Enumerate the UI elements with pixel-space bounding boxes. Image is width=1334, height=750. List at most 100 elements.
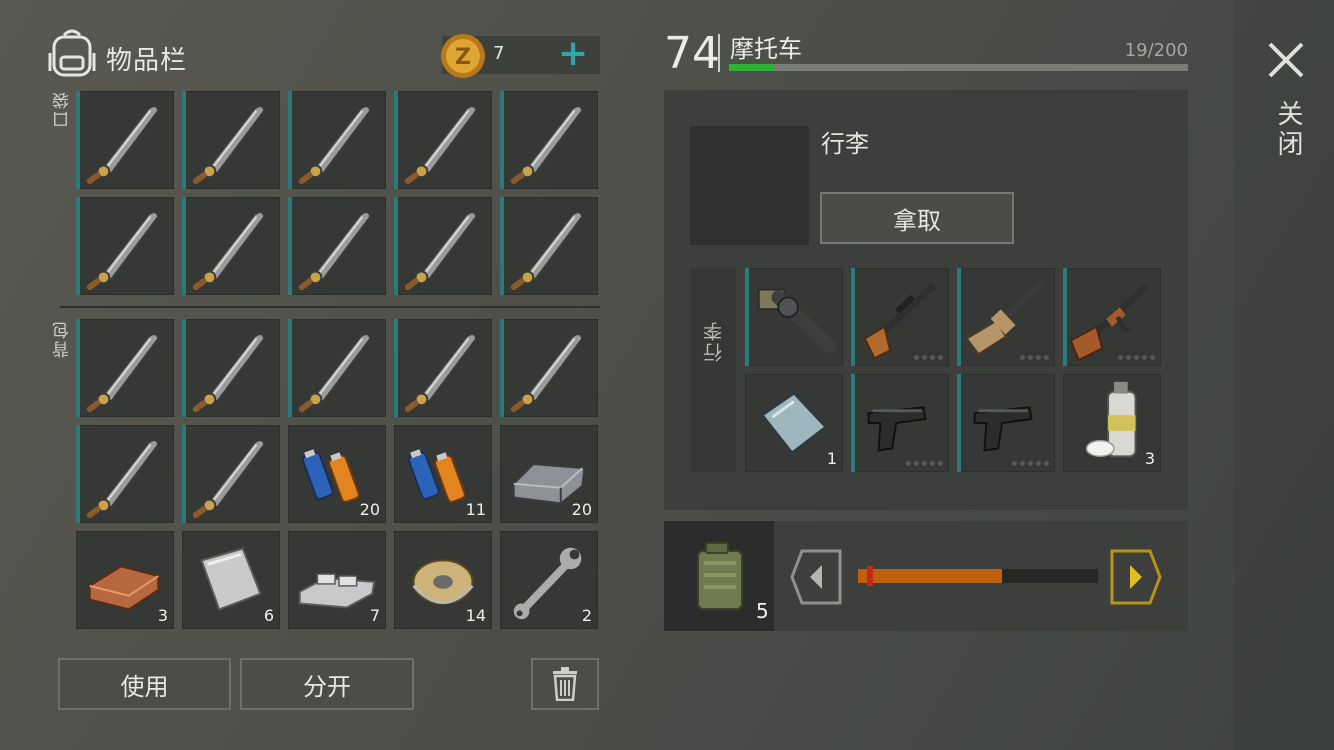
ak-rifle-icon (1069, 283, 1150, 362)
fuel-increase-button[interactable] (1110, 549, 1162, 605)
panel-title: 行李 (821, 130, 869, 158)
arrow-left-icon (810, 565, 822, 589)
cargo-slot[interactable] (851, 374, 949, 472)
fuel-decrease-button[interactable] (790, 549, 842, 605)
backpack-slot[interactable]: 20 (500, 425, 598, 523)
close-icon[interactable] (1262, 36, 1310, 84)
pocket-slot[interactable] (394, 197, 492, 295)
backpack-slot[interactable] (76, 425, 174, 523)
pocket-slot[interactable] (288, 197, 386, 295)
backpack-slot[interactable]: 3 (76, 531, 174, 629)
cargo-slot[interactable] (851, 268, 949, 366)
cargo-label-box (690, 268, 736, 472)
svg-text:Z: Z (455, 45, 471, 70)
pocket-slot[interactable] (76, 91, 174, 189)
add-coins-button[interactable]: + (558, 36, 588, 72)
pocket-label: 口袋 (53, 90, 73, 128)
backpack-slot[interactable] (288, 319, 386, 417)
machete-icon (192, 333, 266, 413)
scoped-rifle-icon (863, 283, 936, 360)
pocket-slot[interactable] (182, 91, 280, 189)
item-qty: 20 (571, 500, 592, 519)
fuel-qty: 5 (756, 599, 769, 623)
section-divider (60, 306, 600, 308)
backpack-slot[interactable]: 2 (500, 531, 598, 629)
cargo-slot[interactable] (957, 374, 1055, 472)
machete-icon (86, 105, 160, 185)
machete-icon (404, 333, 478, 413)
backpack-slot[interactable] (76, 319, 174, 417)
pocket-slot[interactable] (76, 197, 174, 295)
durability-dots (1118, 355, 1155, 360)
inventory-title: 物品栏 (106, 46, 188, 76)
cargo-slot[interactable] (745, 268, 843, 366)
backpack-slot[interactable] (394, 319, 492, 417)
capacity-readout: 19/200 (1124, 40, 1188, 61)
item-qty: 1 (826, 449, 837, 468)
close-label[interactable]: 关闭 (1270, 100, 1307, 160)
machete-icon (192, 105, 266, 185)
coin-count: 7 (493, 43, 505, 64)
fuel-slider-fill (858, 569, 1002, 583)
durability-dots (1020, 355, 1049, 360)
backpack-icon (48, 29, 96, 77)
machete-icon (192, 211, 266, 291)
pistol-icon (973, 406, 1033, 452)
vehicle-name: 摩托车 (730, 35, 802, 63)
pocket-slot[interactable] (394, 91, 492, 189)
pocket-slot[interactable] (500, 91, 598, 189)
machete-icon (404, 105, 478, 185)
item-qty: 3 (1144, 449, 1155, 468)
machete-icon (510, 105, 584, 185)
machete-icon (298, 333, 372, 413)
item-qty: 14 (465, 606, 486, 625)
capacity-bar (729, 64, 1188, 71)
backpack-label: 背包 (53, 320, 73, 358)
cargo-slot[interactable] (957, 268, 1055, 366)
durability-dots (906, 461, 943, 466)
cargo-label: 行李 (703, 320, 725, 362)
pocket-slot[interactable] (288, 91, 386, 189)
cargo-slot[interactable]: 1 (745, 374, 843, 472)
pocket-slot[interactable] (182, 197, 280, 295)
coin-icon: Z (441, 34, 485, 78)
pistol-icon (867, 406, 927, 452)
cargo-slot[interactable]: 3 (1063, 374, 1161, 472)
backpack-slot[interactable]: 20 (288, 425, 386, 523)
capacity-bar-fill (729, 64, 773, 71)
durability-dots (914, 355, 943, 360)
backpack-slot[interactable]: 14 (394, 531, 492, 629)
backpack-slot[interactable]: 11 (394, 425, 492, 523)
item-qty: 7 (369, 606, 380, 625)
backpack-slot[interactable] (182, 319, 280, 417)
split-button[interactable]: 分开 (240, 658, 414, 710)
machete-icon (86, 333, 160, 413)
pocket-slot[interactable] (500, 197, 598, 295)
assault-rifle-tan-icon (965, 281, 1044, 356)
machete-icon (298, 211, 372, 291)
item-qty: 2 (581, 606, 592, 625)
trash-button[interactable] (531, 658, 599, 710)
item-qty: 3 (157, 606, 168, 625)
machete-icon (404, 211, 478, 291)
backpack-slot[interactable] (500, 319, 598, 417)
item-qty: 11 (465, 500, 486, 519)
machete-icon (192, 439, 266, 519)
level-separator (718, 34, 720, 72)
use-button[interactable]: 使用 (58, 658, 231, 710)
machete-icon (510, 333, 584, 413)
backpack-slot[interactable]: 6 (182, 531, 280, 629)
backpack-slot[interactable] (182, 425, 280, 523)
machete-icon (86, 211, 160, 291)
cargo-slot[interactable] (1063, 268, 1161, 366)
machete-icon (510, 211, 584, 291)
vehicle-preview (690, 126, 809, 245)
grenade-launcher-icon (757, 288, 837, 354)
fuel-slider-marker[interactable] (867, 566, 873, 586)
backpack-slot[interactable]: 7 (288, 531, 386, 629)
durability-dots (1012, 461, 1049, 466)
machete-icon (86, 439, 160, 519)
take-button[interactable]: 拿取 (820, 192, 1014, 244)
trash-icon (553, 667, 577, 701)
item-qty: 6 (263, 606, 274, 625)
